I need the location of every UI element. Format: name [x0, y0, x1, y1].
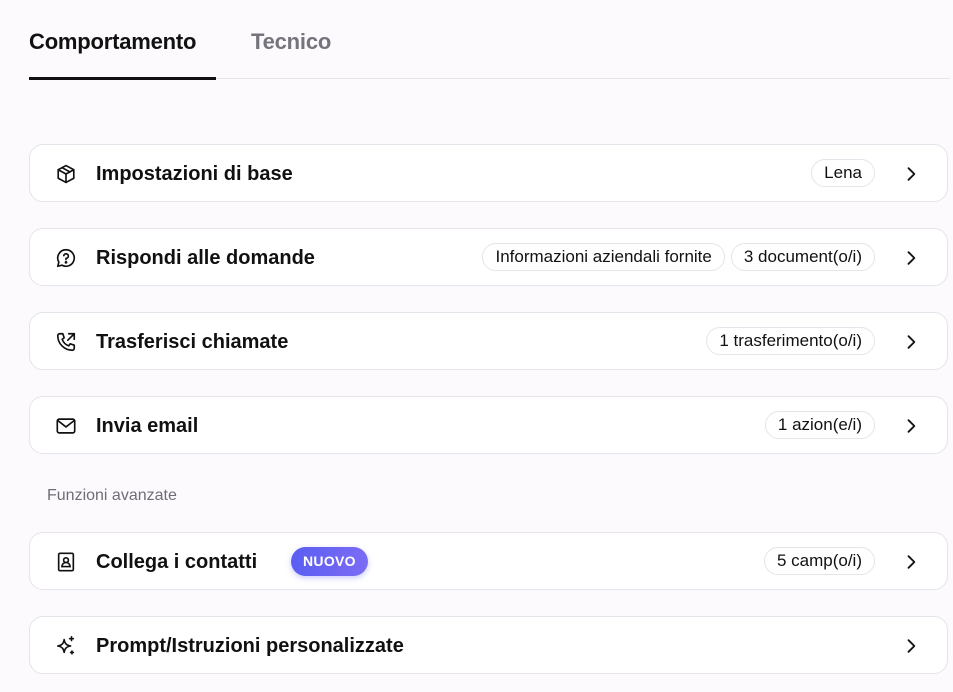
card-basic-settings[interactable]: Impostazioni di base Lena [29, 144, 948, 202]
tab-tecnico[interactable]: Tecnico [251, 28, 331, 56]
card-pills: 1 azion(e/i) [764, 411, 875, 439]
card-pills: Informazioni aziendali fornite 3 documen… [482, 243, 875, 271]
card-connect-contacts[interactable]: Collega i contatti NUOVO 5 camp(o/i) [29, 532, 948, 590]
pill-document-count: 3 document(o/i) [730, 243, 875, 271]
chevron-right-icon [901, 636, 921, 656]
card-label: Invia email [96, 415, 199, 437]
pill-field-count: 5 camp(o/i) [763, 547, 875, 575]
new-badge: NUOVO [291, 547, 368, 576]
card-label: Prompt/Istruzioni personalizzate [96, 635, 404, 657]
tab-bar: Comportamento Tecnico [29, 0, 950, 80]
section-advanced-features: Funzioni avanzate [47, 487, 177, 504]
chevron-right-icon [901, 164, 921, 184]
card-send-email[interactable]: Invia email 1 azion(e/i) [29, 396, 948, 454]
chevron-right-icon [901, 552, 921, 572]
pill-transfer-count: 1 trasferimento(o/i) [706, 327, 875, 355]
contact-book-icon [55, 551, 77, 573]
pill-action-count: 1 azion(e/i) [764, 411, 875, 439]
sparkle-icon [55, 635, 77, 657]
card-label: Trasferisci chiamate [96, 331, 289, 353]
active-tab-indicator [29, 77, 216, 80]
card-answer-questions[interactable]: Rispondi alle domande Informazioni azien… [29, 228, 948, 286]
card-transfer-calls[interactable]: Trasferisci chiamate 1 trasferimento(o/i… [29, 312, 948, 370]
card-label: Collega i contatti [96, 551, 258, 573]
chat-question-icon [55, 247, 77, 269]
chevron-right-icon [901, 248, 921, 268]
card-label: Rispondi alle domande [96, 247, 315, 269]
card-pills: 5 camp(o/i) [763, 547, 875, 575]
phone-forward-icon [55, 331, 77, 353]
card-pills: Lena [811, 159, 875, 187]
chevron-right-icon [901, 416, 921, 436]
tab-comportamento[interactable]: Comportamento [29, 28, 196, 56]
card-label: Impostazioni di base [96, 163, 293, 185]
pill-business-info: Informazioni aziendali fornite [482, 243, 725, 271]
chevron-right-icon [901, 332, 921, 352]
mail-icon [55, 415, 77, 437]
pill-agent-name: Lena [811, 159, 875, 187]
card-pills: 1 trasferimento(o/i) [706, 327, 875, 355]
card-custom-prompt[interactable]: Prompt/Istruzioni personalizzate [29, 616, 948, 674]
cube-icon [55, 163, 77, 185]
